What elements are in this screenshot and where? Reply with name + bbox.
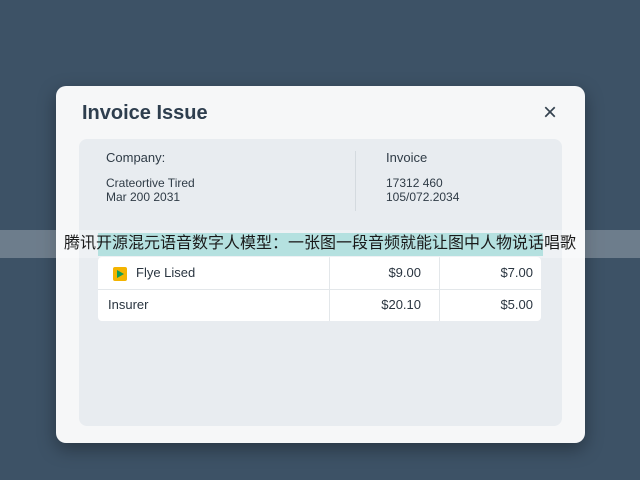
table-row[interactable]: Flye Lised $9.00 $7.00 <box>98 257 541 290</box>
company-name: Crateortive Tired <box>106 176 195 190</box>
item-tax: $7.00 <box>439 257 541 289</box>
invoice-date: 105/072.2034 <box>386 190 460 204</box>
item-name-cell: Flye Lised <box>108 257 318 289</box>
invoice-dialog: Invoice Issue × Company: Crateortive Tir… <box>56 86 585 443</box>
caption-text: 腾讯开源混元语音数字人模型：一张图一段音频就能让图中人物说话唱歌 <box>63 235 576 252</box>
invoice-panel: Company: Crateortive Tired Mar 200 2031 … <box>79 139 562 426</box>
caption-banner: 腾讯开源混元语音数字人模型：一张图一段音频就能让图中人物说话唱歌 <box>0 230 640 258</box>
item-tax: $5.00 <box>439 289 541 321</box>
invoice-label: Invoice <box>386 150 428 165</box>
close-icon[interactable]: × <box>537 100 563 126</box>
line-items-table: Flye Lised $9.00 $7.00 Insurer $20.10 $5… <box>98 257 541 321</box>
file-icon <box>113 266 127 281</box>
dialog-title: Invoice Issue <box>82 102 208 124</box>
item-amount: $9.00 <box>329 257 429 289</box>
item-name: Flye Lised <box>136 265 196 280</box>
item-name: Insurer <box>108 297 149 312</box>
table-row[interactable]: Insurer $20.10 $5.00 <box>98 289 541 321</box>
item-amount: $20.10 <box>329 289 429 321</box>
company-date: Mar 200 2031 <box>106 190 181 204</box>
company-label: Company: <box>106 150 166 165</box>
details-divider <box>355 151 356 211</box>
invoice-number: 17312 460 <box>386 176 443 190</box>
